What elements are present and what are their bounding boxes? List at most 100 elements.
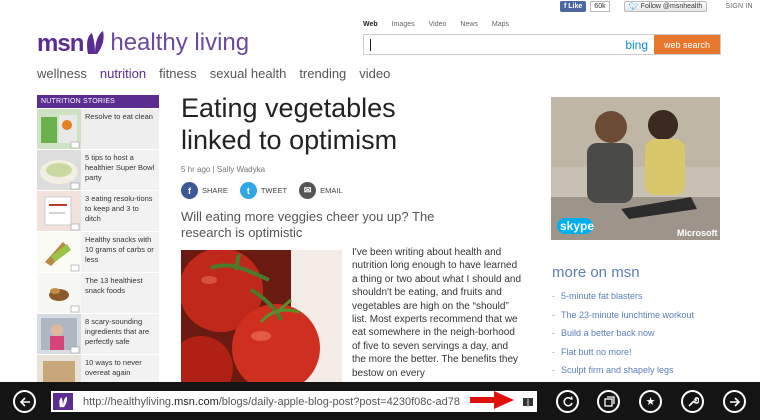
back-button[interactable]	[13, 390, 36, 413]
twitter-bird-icon: 🐦︎	[628, 1, 639, 11]
url-prefix: http://healthyliving.	[83, 395, 175, 408]
more-link-label: Sculpt firm and shapely legs	[561, 365, 674, 375]
article-deck: Will eating more veggies cheer you up? T…	[181, 209, 435, 240]
story-label: 8 scary-sounding ingredients that are pe…	[85, 317, 150, 346]
more-link-label: 5-minute fat blasters	[561, 291, 643, 301]
bullet-icon: -	[552, 328, 555, 338]
search-tab-news[interactable]: News	[460, 21, 478, 28]
bullet-icon: -	[552, 291, 555, 301]
twitter-icon: t	[239, 182, 257, 199]
book-icon	[523, 397, 533, 407]
story-item[interactable]: 5 tips to host a healthier Super Bowl pa…	[37, 150, 159, 190]
story-thumbnail	[37, 232, 81, 272]
story-label: 3 eating resolu-tions to keep and 3 to d…	[85, 194, 153, 223]
reading-view-button[interactable]	[519, 391, 537, 412]
more-on-msn-heading: more on msn	[552, 264, 640, 281]
bing-logo: bing	[625, 37, 648, 52]
more-link-label: The 23-minute lunchtime workout	[561, 309, 695, 320]
search-box: bing web search	[363, 34, 721, 55]
page-tools-button[interactable]	[681, 390, 704, 413]
search-tab-images[interactable]: Images	[392, 21, 415, 28]
story-thumbnail	[37, 109, 81, 149]
tweet-label: TWEET	[260, 186, 288, 195]
url-path: /blogs/daily-apple-blog-post?post=4230f0…	[218, 395, 461, 408]
star-icon: ★	[645, 396, 656, 408]
forward-button[interactable]	[723, 390, 746, 413]
forward-arrow-icon	[729, 396, 740, 407]
nav-item-sexual-health[interactable]: sexual health	[210, 66, 287, 81]
more-link-item[interactable]: - Sculpt firm and shapely legs	[552, 364, 694, 383]
address-bar[interactable]: http://healthyliving.msn.com/blogs/daily…	[51, 391, 537, 412]
refresh-icon	[562, 395, 573, 406]
share-bar: f SHARE t TWEET ✉ EMAIL	[181, 182, 343, 199]
twitter-follow-button[interactable]: 🐦︎ Follow @msnhealth	[623, 0, 708, 12]
story-item[interactable]: 3 eating resolu-tions to keep and 3 to d…	[37, 191, 159, 231]
stories-heading: NUTRITION STORIES	[37, 95, 159, 108]
search-tab-video[interactable]: Video	[429, 21, 447, 28]
search-tabs: Web Images Video News Maps	[363, 21, 509, 28]
refresh-button[interactable]	[556, 390, 579, 413]
story-thumbnail	[37, 150, 81, 190]
nav-item-nutrition[interactable]: nutrition	[100, 66, 146, 81]
story-thumbnail	[37, 273, 81, 313]
facebook-like-button[interactable]: f Like	[560, 0, 587, 12]
text-cursor	[370, 39, 371, 51]
web-search-button[interactable]: web search	[654, 35, 720, 54]
story-item[interactable]: Resolve to eat clean	[37, 109, 159, 149]
facebook-share-button[interactable]: f SHARE	[181, 182, 228, 199]
more-link-item[interactable]: - Build a better back now	[552, 327, 694, 346]
story-item[interactable]: 8 scary-sounding ingredients that are pe…	[37, 314, 159, 354]
more-link-item[interactable]: - The 23-minute lunchtime workout	[552, 309, 694, 328]
facebook-icon: f	[181, 182, 198, 199]
article-time: 5 hr ago	[181, 165, 211, 174]
site-favicon	[51, 391, 75, 412]
article-author[interactable]: Sally Wadyka	[217, 165, 265, 174]
butterfly-favicon-icon	[59, 395, 67, 407]
article-byline: 5 hr ago | Sally Wadyka	[181, 165, 265, 174]
bullet-icon: -	[552, 365, 555, 375]
tweet-button[interactable]: t TWEET	[239, 182, 288, 199]
more-on-msn-list: -5-minute fat blasters - The 23-minute lu…	[552, 290, 694, 383]
sign-in-link[interactable]: SIGN IN	[725, 3, 752, 10]
story-item[interactable]: The 13 healthiest snack foods	[37, 273, 159, 313]
search-input-wrap	[364, 35, 626, 54]
search-tab-web[interactable]: Web	[363, 21, 378, 28]
story-label: Healthy snacks with 10 grams of carbs or…	[85, 235, 154, 264]
butterfly-logo-icon	[87, 31, 104, 54]
article-body: I've been writing about health and nutri…	[352, 247, 522, 379]
more-link-label: Build a better back now	[561, 328, 655, 338]
nav-item-video[interactable]: video	[359, 66, 390, 81]
more-link-item[interactable]: - Flat butt no more!	[552, 346, 694, 365]
section-wordmark: healthy living	[110, 29, 250, 56]
story-label: Resolve to eat clean	[85, 112, 153, 121]
bullet-icon: -	[552, 309, 555, 320]
url-text[interactable]: http://healthyliving.msn.com/blogs/daily…	[75, 396, 519, 408]
tabs-icon	[603, 395, 615, 407]
more-link-item[interactable]: -5-minute fat blasters	[552, 290, 694, 309]
email-icon: ✉	[299, 182, 317, 199]
email-button[interactable]: ✉ EMAIL	[299, 182, 343, 199]
nutrition-stories: NUTRITION STORIES Resolve to eat clean 5…	[37, 95, 159, 395]
nav-item-fitness[interactable]: fitness	[159, 66, 197, 81]
skype-ad[interactable]: skype Microsoft	[551, 97, 720, 240]
story-thumbnail	[37, 191, 81, 231]
page: f Like 60k 🐦︎ Follow @msnhealth SIGN IN m…	[0, 0, 760, 420]
social-bar: f Like 60k 🐦︎ Follow @msnhealth SIGN IN	[560, 0, 753, 12]
tomato-photo	[181, 250, 342, 385]
story-label: 5 tips to host a healthier Super Bowl pa…	[85, 153, 155, 182]
microsoft-logo: Microsoft	[677, 228, 718, 238]
skype-logo: skype	[560, 219, 594, 233]
tabs-button[interactable]	[597, 390, 620, 413]
search-input[interactable]	[364, 39, 626, 50]
article-headline: Eating vegetables linked to optimism	[181, 93, 398, 155]
story-item[interactable]: Healthy snacks with 10 grams of carbs or…	[37, 232, 159, 272]
facebook-like-count: 60k	[590, 0, 610, 12]
back-arrow-icon	[19, 396, 30, 407]
site-logo[interactable]: msn healthy living	[37, 30, 249, 56]
search-tab-maps[interactable]: Maps	[492, 21, 509, 28]
nav-item-wellness[interactable]: wellness	[37, 66, 87, 81]
nav-item-trending[interactable]: trending	[299, 66, 346, 81]
story-thumbnail	[37, 314, 81, 354]
browser-app-bar: http://healthyliving.msn.com/blogs/daily…	[0, 382, 760, 420]
favorites-button[interactable]: ★	[639, 390, 662, 413]
